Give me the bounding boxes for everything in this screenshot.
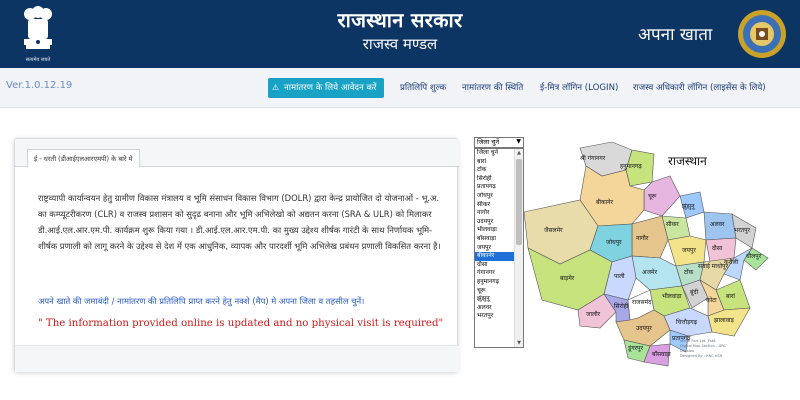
map-district-label[interactable]: राजसमंद — [632, 299, 652, 306]
info-card: ई - धरती (डीआईएलआरएमपी) के बारे मे — [14, 138, 459, 372]
map-district-label[interactable]: भीलवाड़ा — [662, 292, 682, 300]
district-option[interactable]: दौसा — [475, 261, 515, 270]
warning-icon: ⚠ — [272, 83, 280, 92]
district-option[interactable]: जोधपुर — [475, 192, 515, 201]
map-district-label[interactable]: सिरोही — [614, 302, 629, 310]
map-district-label[interactable]: जैसलमेर — [544, 226, 563, 234]
map-district-label[interactable]: धौलपुर — [746, 252, 762, 260]
map-credit: Jaipur Fort Ltd. Estd. Digital Map Secti… — [680, 339, 740, 359]
map-district-label[interactable]: जोधपुर — [606, 238, 622, 246]
district-option[interactable]: टोंक — [475, 166, 515, 175]
map-district-label[interactable]: कोटा — [706, 296, 717, 304]
site-header: सत्यमेव जयते राजस्थान सरकार राजस्व मण्डल… — [0, 0, 800, 68]
map-credit-line: Designed By : RNC KSR — [680, 354, 723, 358]
map-district-label[interactable]: उदयपुर — [636, 325, 652, 332]
version-label: Ver.1.0.12.19 — [6, 80, 73, 91]
revenue-board-seal-icon — [738, 10, 786, 58]
map-district-label[interactable]: अजमेर — [642, 268, 658, 276]
map-district-label[interactable]: डूंगरपुर — [627, 345, 643, 352]
nav-copy-fee-link[interactable]: प्रतिलिपि शुल्क — [400, 78, 446, 98]
map-instruction: अपने खाते की जमाबंदी / नामांतरण की प्रति… — [38, 296, 365, 306]
nav-apply-mutation-button[interactable]: ⚠ नामांतरण के लिये आवेदन करें — [268, 78, 384, 98]
district-option[interactable]: सीकर — [475, 201, 515, 210]
info-card-tabs: ई - धरती (डीआईएलआरएमपी) के बारे मे — [15, 139, 459, 168]
map-district-label[interactable]: जालौर — [586, 310, 601, 318]
map-district-label[interactable]: सवाई माधोपुर — [698, 262, 729, 270]
map-title: राजस्थान — [668, 154, 707, 168]
district-options-list[interactable]: जिला चुनें बारां टोंक सिरोही प्रतापगढ़ जोधपुर… — [474, 148, 524, 348]
map-district-label[interactable]: सीकर — [666, 220, 679, 228]
rajasthan-district-map[interactable]: श्री गंगानगर हनुमानगढ़ चूरू बीकानेर झुंझुनू स… — [520, 140, 790, 372]
nav-apply-mutation-label: नामांतरण के लिये आवेदन करें — [284, 83, 377, 93]
map-district-label[interactable]: टोंक — [684, 268, 694, 276]
district-option[interactable]: नागौर — [475, 209, 515, 218]
map-district-label[interactable]: जयपुर — [682, 247, 696, 254]
map-district-label[interactable]: अलवर — [710, 221, 725, 228]
district-option[interactable]: हनुमानगढ़ — [475, 278, 515, 287]
district-option[interactable]: सिरोही — [475, 175, 515, 184]
district-option[interactable]: प्रतापगढ़ — [475, 183, 515, 192]
district-select-value: जिला चुनें — [477, 138, 500, 146]
district-option[interactable]: जयपुर — [475, 244, 515, 253]
district-select[interactable]: जिला चुनें ▼ — [474, 137, 524, 148]
district-option[interactable]: बाँसवाड़ा — [475, 235, 515, 244]
online-info-notice: " The information provided online is upd… — [38, 318, 444, 329]
map-district-label[interactable]: बाँसवाड़ा — [652, 350, 671, 358]
map-district-label[interactable]: पाली — [614, 272, 625, 280]
map-credit-line: Digital Map Section - DRC Division — [680, 344, 727, 353]
map-district-label[interactable]: बारां — [726, 293, 735, 300]
district-option[interactable]: अलवर — [475, 304, 515, 313]
program-description: राष्ट्रव्यापी कार्यान्वयन हेतु ग्रामीण व… — [38, 193, 441, 251]
map-district-label[interactable]: झुंझुनू — [682, 203, 695, 210]
district-option[interactable]: भरतपुर — [475, 312, 515, 321]
nav-emitra-login-link[interactable]: ई-मित्र लॉगिन (LOGIN) — [540, 78, 618, 98]
map-district-label[interactable]: बूंदी — [690, 288, 699, 296]
nav-mutation-status-link[interactable]: नामांतरण की स्थिति — [462, 78, 523, 98]
emblem-caption: सत्यमेव जयते — [25, 57, 51, 63]
tab-about-edharti[interactable]: ई - धरती (डीआईएलआरएमपी) के बारे मे — [27, 149, 140, 168]
district-option[interactable]: बीकानेर — [475, 252, 515, 261]
map-district-label[interactable]: श्री गंगानगर — [580, 154, 606, 162]
district-option[interactable]: उदयपुर — [475, 218, 515, 227]
map-district-label[interactable]: बाड़मेर — [560, 274, 575, 282]
app-name: अपना खाता — [638, 25, 713, 45]
map-district-label[interactable]: दौसा — [712, 244, 723, 252]
district-option[interactable]: गंगानगर — [475, 269, 515, 278]
map-district-label[interactable]: बीकानेर — [596, 198, 613, 206]
district-option[interactable]: चूरू — [475, 287, 515, 296]
nav-revenue-officer-login-link[interactable]: राजस्व अधिकारी लॉगिन (लाइसेंस के लिये) — [633, 78, 766, 98]
info-card-footer — [15, 345, 459, 372]
map-district-label[interactable]: झालावाड़ — [714, 317, 735, 324]
map-district-label[interactable]: चूरू — [648, 193, 657, 200]
nav-bar: Ver.1.0.12.19 ⚠ नामांतरण के लिये आवेदन क… — [0, 68, 800, 108]
map-district-label[interactable]: नागौर — [636, 234, 649, 242]
map-district-label[interactable]: हनुमानगढ़ — [620, 163, 642, 170]
district-option[interactable]: जिला चुनें — [475, 149, 515, 158]
district-option[interactable]: झुंझुनू — [475, 295, 515, 304]
district-option[interactable]: बारां — [475, 158, 515, 167]
map-district-label[interactable]: भरतपुर — [734, 227, 751, 234]
district-option[interactable]: भीलवाड़ा — [475, 226, 515, 235]
map-district-label[interactable]: चित्तौड़गढ़ — [676, 318, 698, 326]
